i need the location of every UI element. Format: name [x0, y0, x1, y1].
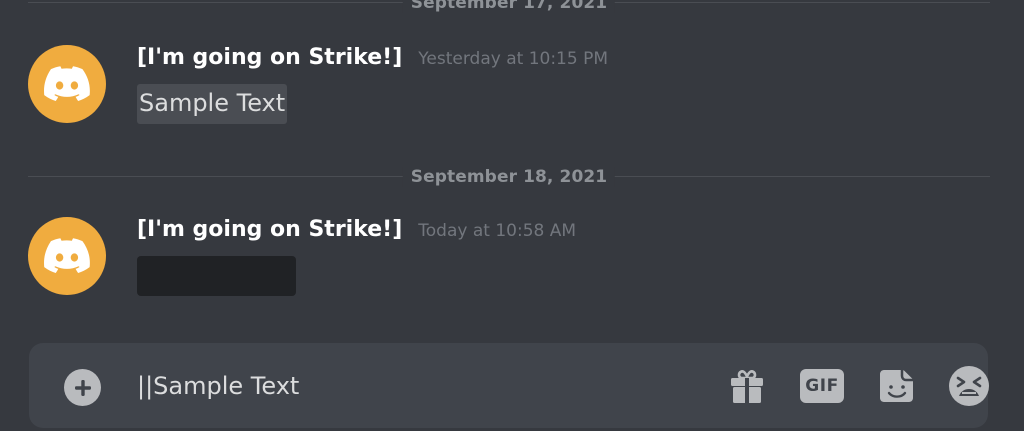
message-input[interactable] [137, 367, 697, 405]
emoji-icon [949, 366, 989, 406]
avatar[interactable] [28, 45, 106, 123]
add-attachment-button[interactable] [64, 369, 101, 406]
spoiler-revealed-text: Sample Text [137, 84, 288, 124]
timestamp: Yesterday at 10:15 PM [418, 49, 609, 69]
message: [I'm going on Strike!] Yesterday at 10:1… [28, 45, 990, 129]
message-body [137, 256, 296, 296]
message: [I'm going on Strike!] Today at 10:58 AM [28, 217, 990, 301]
message-header: [I'm going on Strike!] Yesterday at 10:1… [137, 45, 608, 75]
gif-icon: GIF [800, 369, 844, 403]
emoji-button[interactable] [946, 363, 992, 409]
gif-button[interactable]: GIF [799, 363, 845, 409]
date-divider: September 18, 2021 [28, 167, 990, 187]
gift-icon [731, 370, 763, 403]
message-body: Sample Text [137, 84, 288, 124]
chat-window: September 17, 2021 [I'm going on Strike!… [0, 0, 1024, 431]
date-divider-label: September 18, 2021 [402, 167, 616, 187]
sticker-button[interactable] [874, 363, 920, 409]
date-divider-label: September 17, 2021 [402, 0, 616, 13]
username[interactable]: [I'm going on Strike!] [137, 45, 402, 70]
spoiler-hidden-block[interactable] [137, 256, 296, 296]
date-divider: September 17, 2021 [28, 0, 990, 13]
avatar[interactable] [28, 217, 106, 295]
sticker-icon [880, 370, 913, 402]
message-composer: GIF [29, 343, 989, 428]
timestamp: Today at 10:58 AM [418, 221, 577, 241]
discord-logo-icon [44, 66, 90, 101]
gift-button[interactable] [724, 363, 770, 409]
plus-circle-icon [74, 379, 91, 396]
username[interactable]: [I'm going on Strike!] [137, 217, 402, 242]
message-header: [I'm going on Strike!] Today at 10:58 AM [137, 217, 576, 247]
discord-logo-icon [44, 238, 90, 273]
